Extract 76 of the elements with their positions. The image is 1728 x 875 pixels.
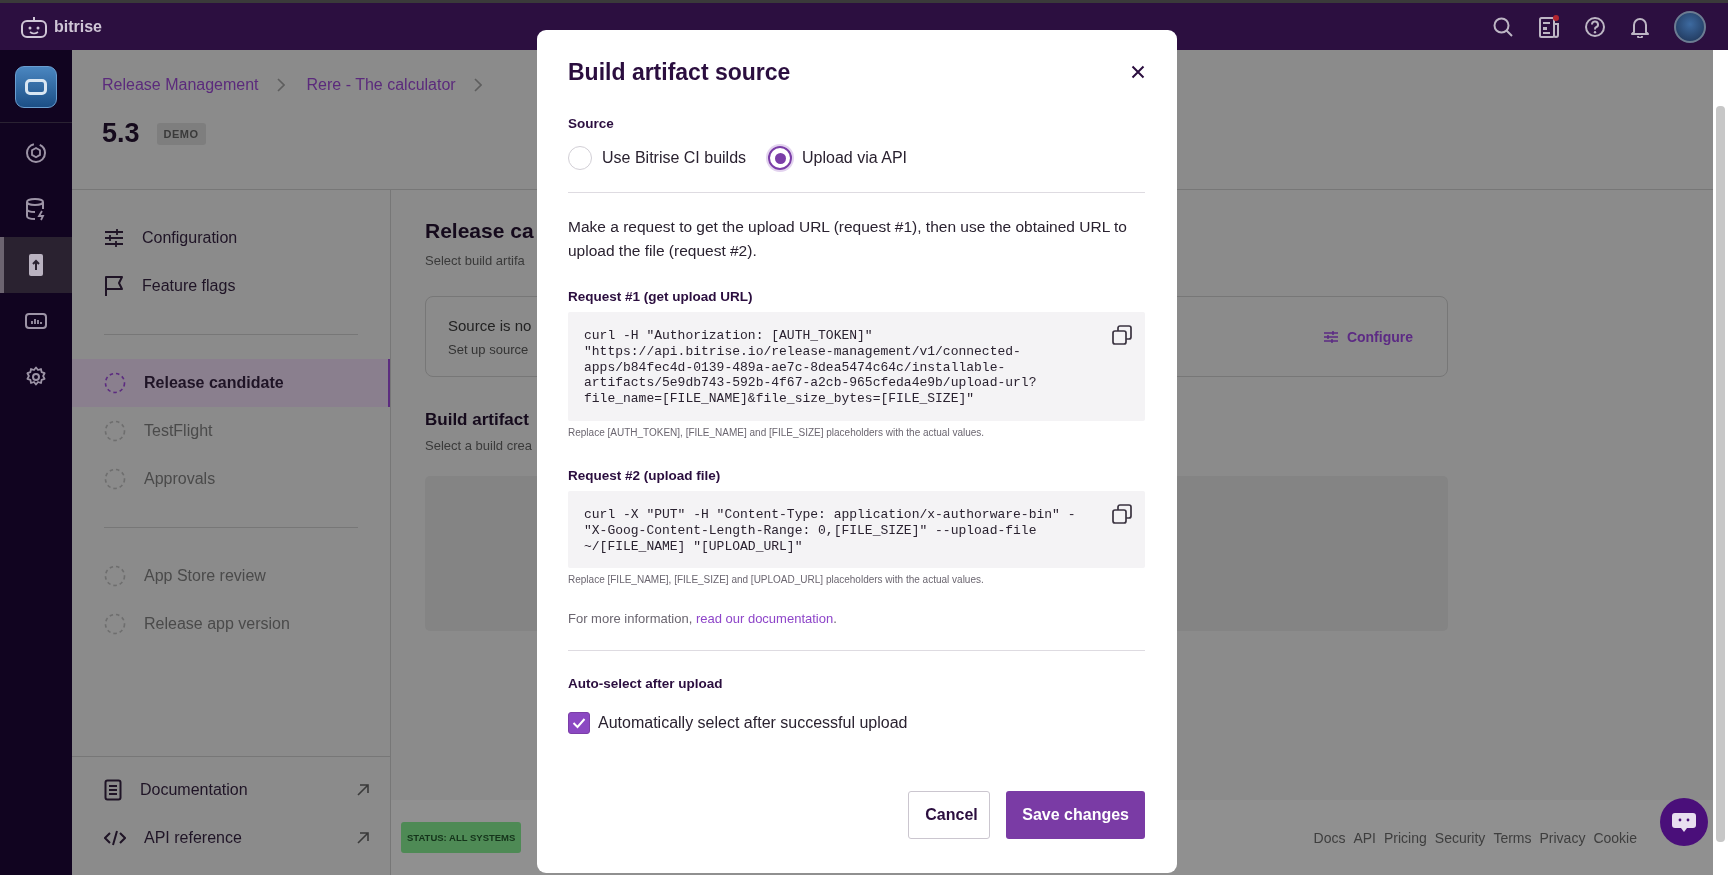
nav-item[interactable]: Release candidate	[72, 359, 390, 407]
hint-text: Replace [AUTH_TOKEN], [FILE_NAME] and [FILE_SIZE] placeholders with the actual values.	[568, 427, 986, 438]
sliders-icon	[104, 229, 124, 247]
version-title: 5.3	[102, 118, 140, 149]
sliders-icon	[1323, 330, 1338, 343]
chevron-right-icon	[473, 78, 482, 92]
field-label: Auto-select after upload	[568, 676, 724, 692]
section-subtitle: Select a build crea	[425, 438, 533, 453]
section-title: Build artifact	[425, 410, 529, 430]
code-text: curl -X "PUT" -H "Content-Type: application/x-authorware-bin" - "X-Goog-Content-Length-Range: 0,[FILE_SIZE]" --upload-file ~/[FILE_NAME] "[UPLOAD_URL]"	[584, 507, 1077, 555]
radio-label[interactable]: Upload via API	[802, 149, 907, 167]
checkbox[interactable]	[568, 712, 590, 735]
checkmark-icon	[572, 717, 586, 730]
footer-link[interactable]: Terms	[1493, 829, 1532, 846]
request-label: Request #1 (get upload URL)	[568, 289, 754, 304]
chat-bubble-icon	[1671, 811, 1697, 833]
cancel-button[interactable]: Cancel	[908, 791, 991, 840]
nav-item[interactable]: Feature flags	[72, 262, 390, 310]
footer-link[interactable]: Pricing	[1384, 829, 1427, 846]
more-info-text: For more information, read our documentation.	[568, 611, 838, 627]
external-link-item[interactable]: API reference	[72, 814, 390, 862]
card-title: Source is no	[448, 316, 532, 334]
search-icon[interactable]	[1492, 15, 1514, 38]
footer-link[interactable]: Docs	[1313, 829, 1346, 846]
breadcrumb-link[interactable]: Release Management	[102, 76, 259, 94]
code-text: curl -H "Authorization: [AUTH_TOKEN]" "https://api.bitrise.io/release-management/v1/connected- apps/b84fec4d-0139-489a-ae7c-8dea5474c64c/installable- artifacts/5e9db743-592b-4f67-a2cb-965cfeda4e9b/upload-url? file_name=[FILE_NAME]&file_size_bytes=[FILE_SIZE]"	[584, 328, 1038, 407]
instructions-text: Make a request to get the upload URL (request #1), then use the obtained URL to upload the file (request #2).	[568, 217, 1128, 261]
external-arrow-icon	[356, 783, 370, 797]
chevron-right-icon	[276, 78, 285, 92]
demo-badge: DEMO	[156, 122, 206, 145]
dashed-circle-icon	[104, 613, 126, 635]
logo-text: bitrise	[54, 17, 102, 36]
dashed-circle-icon	[104, 565, 126, 587]
dashed-circle-icon	[104, 468, 126, 490]
copy-icon[interactable]	[1112, 504, 1132, 524]
document-icon	[104, 779, 122, 801]
hint-text: Replace [FILE_NAME], [FILE_SIZE] and [UPLOAD_URL] placeholders with the actual values.	[568, 574, 985, 586]
footer-link[interactable]: Security	[1434, 829, 1486, 846]
settings-icon	[25, 366, 47, 388]
checkbox-label[interactable]: Automatically select after successful upload	[598, 714, 908, 733]
phone-upload-icon	[28, 253, 44, 277]
external-arrow-icon	[356, 831, 370, 845]
user-avatar[interactable]	[1674, 10, 1706, 43]
code-icon	[104, 830, 126, 846]
radio-label[interactable]: Use Bitrise CI builds	[602, 149, 747, 167]
page-title: Release ca	[425, 218, 534, 244]
help-icon[interactable]	[1584, 15, 1606, 38]
dashed-circle-icon	[104, 372, 126, 394]
nav-item[interactable]: Configuration	[72, 214, 390, 262]
news-icon[interactable]	[1538, 14, 1560, 39]
flag-icon	[104, 275, 124, 297]
page-subtitle: Select build artifa	[425, 253, 526, 268]
request-label: Request #2 (upload file)	[568, 468, 722, 483]
external-link-item[interactable]: Documentation	[72, 766, 390, 814]
chart-monitor-icon	[25, 312, 47, 330]
status-badge[interactable]: STATUS: ALL SYSTEMS	[401, 822, 522, 853]
app-icon[interactable]	[15, 66, 57, 108]
bell-icon[interactable]	[1630, 15, 1650, 38]
configure-button[interactable]: Configure	[1323, 328, 1413, 345]
database-icon	[25, 197, 47, 221]
radio-button[interactable]	[768, 146, 793, 170]
footer-link[interactable]: API	[1353, 829, 1376, 846]
card-text: Set up source	[448, 341, 530, 357]
close-icon[interactable]	[1131, 65, 1145, 79]
dashed-circle-icon	[104, 420, 126, 442]
rail-item[interactable]	[0, 237, 72, 293]
copy-icon[interactable]	[1112, 325, 1132, 345]
breadcrumb-link[interactable]: Rere - The calculator	[306, 76, 456, 94]
field-label: Source	[568, 116, 615, 131]
scrollbar-thumb[interactable]	[1716, 106, 1725, 842]
footer-link[interactable]: Cookie	[1593, 829, 1637, 846]
modal-title: Build artifact source	[568, 58, 791, 86]
save-button[interactable]: Save changes	[1006, 791, 1145, 840]
cube-cycle-icon	[25, 142, 47, 164]
footer-link[interactable]: Privacy	[1539, 829, 1586, 846]
robot-logo-icon	[20, 15, 48, 38]
